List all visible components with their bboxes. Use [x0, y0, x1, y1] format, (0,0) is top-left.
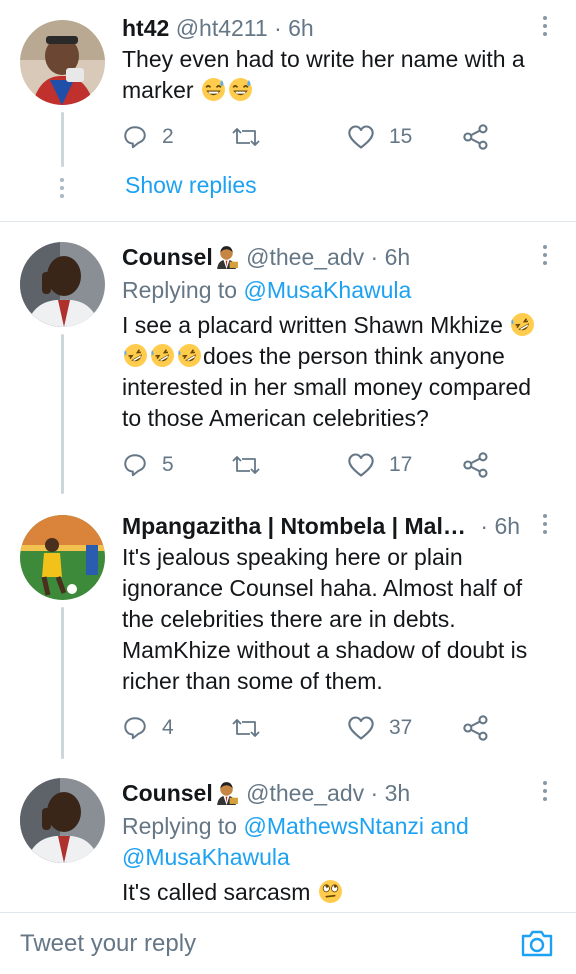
display-name[interactable]: Mpangazitha | Ntombela | Mala... [122, 511, 474, 541]
tweet-actions: 2 15 [122, 122, 502, 152]
eye-roll-emoji [318, 880, 342, 903]
user-handle[interactable]: @ht4211 [176, 15, 268, 41]
reply-button[interactable]: 5 [122, 450, 174, 480]
user-handle[interactable]: @thee_adv [246, 244, 364, 270]
display-name[interactable]: ht42 [122, 15, 169, 41]
tweet-text: I see a placard written Shawn Mkhize doe… [122, 310, 554, 434]
avatar[interactable] [20, 778, 105, 863]
lawyer-emoji [216, 246, 238, 269]
avatar[interactable] [20, 20, 105, 105]
replying-to: Replying to @MathewsNtanzi and @MusaKhawu… [122, 811, 546, 873]
user-handle[interactable]: @thee_adv [246, 780, 364, 806]
like-count: 17 [389, 453, 413, 476]
like-count: 37 [389, 716, 413, 739]
rofl-emoji [151, 344, 174, 367]
more-options-icon[interactable] [540, 781, 550, 805]
reply-count: 5 [162, 453, 174, 476]
tweet-ht42[interactable]: ht42 @ht4211 · 6h They even had to write… [0, 0, 576, 220]
mention-link[interactable]: @MathewsNtanzi and [243, 813, 468, 839]
retweet-icon [232, 719, 260, 737]
display-name[interactable]: Counsel [122, 780, 213, 806]
like-button[interactable]: 17 [347, 450, 412, 480]
show-replies-link[interactable]: Show replies [125, 172, 257, 199]
tweet-text-content: It's called sarcasm [122, 879, 317, 905]
thread-dots [60, 178, 65, 202]
like-count: 15 [389, 125, 413, 148]
lawyer-emoji [216, 782, 238, 805]
tweet-text: They even had to write her name with a m… [122, 44, 554, 106]
like-button[interactable]: 37 [347, 713, 412, 743]
mention-link[interactable]: @MusaKhawula [122, 844, 290, 870]
share-button[interactable] [462, 122, 490, 152]
share-icon [463, 124, 488, 150]
tweet-text: It's called sarcasm [122, 877, 554, 908]
display-name[interactable]: Counsel [122, 244, 213, 270]
tweet-header: Counsel @thee_adv · 3h [122, 778, 532, 808]
reply-composer [0, 912, 576, 974]
avatar[interactable] [20, 515, 105, 600]
share-icon [463, 715, 488, 741]
tweet-reply-input[interactable] [20, 927, 460, 961]
reply-button[interactable]: 4 [122, 713, 174, 743]
like-button[interactable]: 15 [347, 122, 412, 152]
retweet-button[interactable] [230, 713, 262, 743]
tweet-counsel-1[interactable]: Counsel @thee_adv · 6h Replying to @Musa… [0, 222, 576, 494]
replying-prefix: Replying to [122, 277, 244, 303]
tweet-feed: ht42 @ht4211 · 6h They even had to write… [0, 0, 576, 912]
share-icon [463, 452, 488, 478]
tweet-header: ht42 @ht4211 · 6h [122, 13, 532, 43]
rofl-emoji [178, 344, 201, 367]
tweet-actions: 4 37 [122, 713, 502, 743]
tweet-text: It's jealous speaking here or plain igno… [122, 544, 528, 694]
thread-line [61, 112, 64, 167]
heart-icon [348, 716, 374, 740]
retweet-icon [232, 456, 260, 474]
replying-to: Replying to @MusaKhawula [122, 275, 546, 306]
tweet-counsel-2[interactable]: Counsel @thee_adv · 3h Replying to @Math… [0, 760, 576, 912]
tweet-header: Mpangazitha | Ntombela | Mala... · 6h [122, 511, 528, 541]
heart-icon [348, 453, 374, 477]
replying-prefix: Replying to [122, 813, 244, 839]
retweet-button[interactable] [230, 450, 262, 480]
timestamp[interactable]: · 6h [274, 15, 314, 41]
reply-icon [124, 126, 146, 149]
grin-sweat-emoji [201, 78, 225, 101]
tweet-actions: 5 17 [122, 450, 502, 480]
reply-button[interactable]: 2 [122, 122, 174, 152]
timestamp[interactable]: · 6h [371, 244, 411, 270]
reply-count: 2 [162, 125, 174, 148]
camera-icon[interactable] [520, 927, 554, 964]
tweet-header: Counsel @thee_adv · 6h [122, 242, 532, 272]
rofl-emoji [511, 313, 535, 336]
heart-icon [348, 125, 374, 149]
reply-icon [124, 717, 146, 740]
reply-icon [124, 454, 146, 477]
rofl-emoji [124, 344, 147, 367]
tweet-mpangazitha[interactable]: Mpangazitha | Ntombela | Mala... · 6h It… [0, 493, 576, 759]
timestamp[interactable]: · 6h [480, 513, 520, 539]
grin-sweat-emoji [228, 78, 252, 101]
thread-line [61, 334, 64, 494]
tweet-text-content: They even had to write her name with a m… [122, 46, 525, 103]
share-button[interactable] [462, 713, 490, 743]
retweet-button[interactable] [230, 122, 262, 152]
more-options-icon[interactable] [540, 245, 550, 269]
thread-line [61, 607, 64, 759]
retweet-icon [232, 128, 260, 146]
reply-count: 4 [162, 716, 174, 739]
mention-link[interactable]: @MusaKhawula [243, 277, 411, 303]
more-options-icon[interactable] [540, 514, 550, 538]
more-options-icon[interactable] [540, 16, 550, 40]
tweet-text-part: I see a placard written Shawn Mkhize [122, 312, 510, 338]
avatar[interactable] [20, 242, 105, 327]
share-button[interactable] [462, 450, 490, 480]
timestamp[interactable]: · 3h [371, 780, 411, 806]
